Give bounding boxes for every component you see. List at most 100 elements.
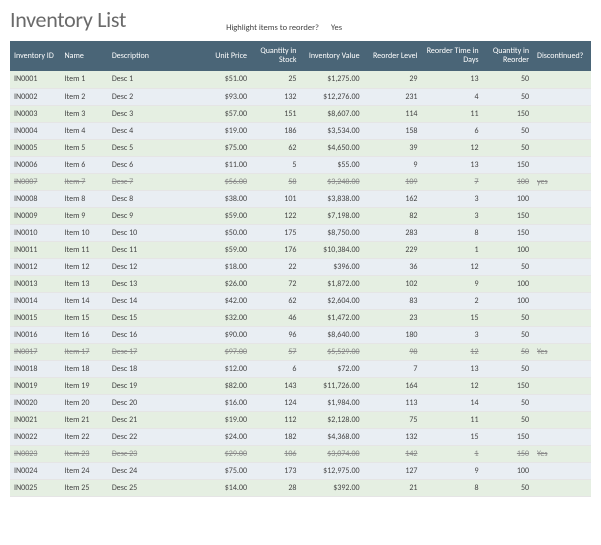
cell-disc[interactable]: yes — [533, 173, 591, 190]
table-row[interactable]: IN0023Item 23Desc 23$29.00106$3,074.0014… — [10, 445, 591, 462]
cell-name[interactable]: Item 22 — [61, 428, 108, 445]
cell-name[interactable]: Item 13 — [61, 275, 108, 292]
cell-name[interactable]: Item 3 — [61, 105, 108, 122]
cell-reorder[interactable]: 132 — [364, 428, 422, 445]
cell-days[interactable]: 15 — [421, 309, 482, 326]
cell-reorder[interactable]: 113 — [364, 394, 422, 411]
cell-rqty[interactable]: 50 — [483, 411, 534, 428]
col-qty-stock[interactable]: Quantity in Stock — [251, 41, 300, 71]
table-row[interactable]: IN0017Item 17Desc 17$97.0057$5,529.00981… — [10, 343, 591, 360]
cell-name[interactable]: Item 8 — [61, 190, 108, 207]
cell-disc[interactable] — [533, 377, 591, 394]
table-row[interactable]: IN0022Item 22Desc 22$24.00182$4,368.0013… — [10, 428, 591, 445]
cell-reorder[interactable]: 229 — [364, 241, 422, 258]
cell-days[interactable]: 8 — [421, 224, 482, 241]
cell-price[interactable]: $29.00 — [203, 445, 251, 462]
cell-reorder[interactable]: 142 — [364, 445, 422, 462]
cell-disc[interactable] — [533, 394, 591, 411]
cell-desc[interactable]: Desc 7 — [108, 173, 203, 190]
col-reorder-level[interactable]: Reorder Level — [364, 41, 422, 71]
cell-id[interactable]: IN0008 — [10, 190, 61, 207]
cell-name[interactable]: Item 24 — [61, 462, 108, 479]
cell-value[interactable]: $7,198.00 — [300, 207, 363, 224]
cell-name[interactable]: Item 10 — [61, 224, 108, 241]
cell-id[interactable]: IN0009 — [10, 207, 61, 224]
table-row[interactable]: IN0025Item 25Desc 25$14.0028$392.0021850 — [10, 479, 591, 496]
cell-days[interactable]: 9 — [421, 462, 482, 479]
table-row[interactable]: IN0016Item 16Desc 16$90.0096$8,640.00180… — [10, 326, 591, 343]
table-row[interactable]: IN0006Item 6Desc 6$11.005$55.00913150 — [10, 156, 591, 173]
cell-price[interactable]: $12.00 — [203, 360, 251, 377]
cell-value[interactable]: $12,975.00 — [300, 462, 363, 479]
cell-price[interactable]: $97.00 — [203, 343, 251, 360]
cell-rqty[interactable]: 50 — [483, 343, 534, 360]
cell-disc[interactable] — [533, 190, 591, 207]
cell-qty[interactable]: 96 — [251, 326, 300, 343]
cell-id[interactable]: IN0021 — [10, 411, 61, 428]
cell-value[interactable]: $8,750.00 — [300, 224, 363, 241]
table-row[interactable]: IN0011Item 11Desc 11$59.00176$10,384.002… — [10, 241, 591, 258]
cell-rqty[interactable]: 50 — [483, 479, 534, 496]
cell-desc[interactable]: Desc 4 — [108, 122, 203, 139]
cell-days[interactable]: 12 — [421, 139, 482, 156]
cell-id[interactable]: IN0019 — [10, 377, 61, 394]
cell-desc[interactable]: Desc 22 — [108, 428, 203, 445]
table-row[interactable]: IN0013Item 13Desc 13$26.0072$1,872.00102… — [10, 275, 591, 292]
cell-value[interactable]: $1,472.00 — [300, 309, 363, 326]
cell-desc[interactable]: Desc 14 — [108, 292, 203, 309]
cell-rqty[interactable]: 50 — [483, 394, 534, 411]
cell-qty[interactable]: 186 — [251, 122, 300, 139]
cell-desc[interactable]: Desc 24 — [108, 462, 203, 479]
cell-rqty[interactable]: 150 — [483, 207, 534, 224]
cell-qty[interactable]: 72 — [251, 275, 300, 292]
cell-disc[interactable] — [533, 224, 591, 241]
cell-desc[interactable]: Desc 15 — [108, 309, 203, 326]
cell-name[interactable]: Item 5 — [61, 139, 108, 156]
cell-reorder[interactable]: 98 — [364, 343, 422, 360]
cell-value[interactable]: $10,384.00 — [300, 241, 363, 258]
cell-value[interactable]: $11,726.00 — [300, 377, 363, 394]
cell-desc[interactable]: Desc 3 — [108, 105, 203, 122]
cell-qty[interactable]: 124 — [251, 394, 300, 411]
cell-qty[interactable]: 143 — [251, 377, 300, 394]
cell-reorder[interactable]: 231 — [364, 88, 422, 105]
cell-rqty[interactable]: 150 — [483, 156, 534, 173]
cell-id[interactable]: IN0022 — [10, 428, 61, 445]
cell-id[interactable]: IN0010 — [10, 224, 61, 241]
cell-disc[interactable] — [533, 275, 591, 292]
cell-days[interactable]: 3 — [421, 190, 482, 207]
cell-name[interactable]: Item 17 — [61, 343, 108, 360]
cell-reorder[interactable]: 23 — [364, 309, 422, 326]
cell-days[interactable]: 13 — [421, 71, 482, 88]
table-row[interactable]: IN0015Item 15Desc 15$32.0046$1,472.00231… — [10, 309, 591, 326]
cell-rqty[interactable]: 100 — [483, 462, 534, 479]
cell-disc[interactable] — [533, 139, 591, 156]
cell-rqty[interactable]: 100 — [483, 241, 534, 258]
cell-days[interactable]: 14 — [421, 394, 482, 411]
cell-rqty[interactable]: 50 — [483, 139, 534, 156]
cell-id[interactable]: IN0017 — [10, 343, 61, 360]
cell-qty[interactable]: 58 — [251, 173, 300, 190]
cell-rqty[interactable]: 50 — [483, 309, 534, 326]
cell-rqty[interactable]: 50 — [483, 122, 534, 139]
cell-value[interactable]: $12,276.00 — [300, 88, 363, 105]
cell-qty[interactable]: 176 — [251, 241, 300, 258]
table-row[interactable]: IN0009Item 9Desc 9$59.00122$7,198.008231… — [10, 207, 591, 224]
cell-reorder[interactable]: 29 — [364, 71, 422, 88]
cell-rqty[interactable]: 100 — [483, 190, 534, 207]
cell-id[interactable]: IN0025 — [10, 479, 61, 496]
cell-qty[interactable]: 46 — [251, 309, 300, 326]
cell-disc[interactable] — [533, 309, 591, 326]
cell-price[interactable]: $24.00 — [203, 428, 251, 445]
cell-name[interactable]: Item 18 — [61, 360, 108, 377]
cell-desc[interactable]: Desc 20 — [108, 394, 203, 411]
cell-name[interactable]: Item 23 — [61, 445, 108, 462]
cell-rqty[interactable]: 100 — [483, 292, 534, 309]
cell-qty[interactable]: 22 — [251, 258, 300, 275]
cell-days[interactable]: 3 — [421, 207, 482, 224]
cell-disc[interactable] — [533, 241, 591, 258]
cell-reorder[interactable]: 180 — [364, 326, 422, 343]
cell-desc[interactable]: Desc 2 — [108, 88, 203, 105]
cell-price[interactable]: $93.00 — [203, 88, 251, 105]
cell-days[interactable]: 8 — [421, 479, 482, 496]
